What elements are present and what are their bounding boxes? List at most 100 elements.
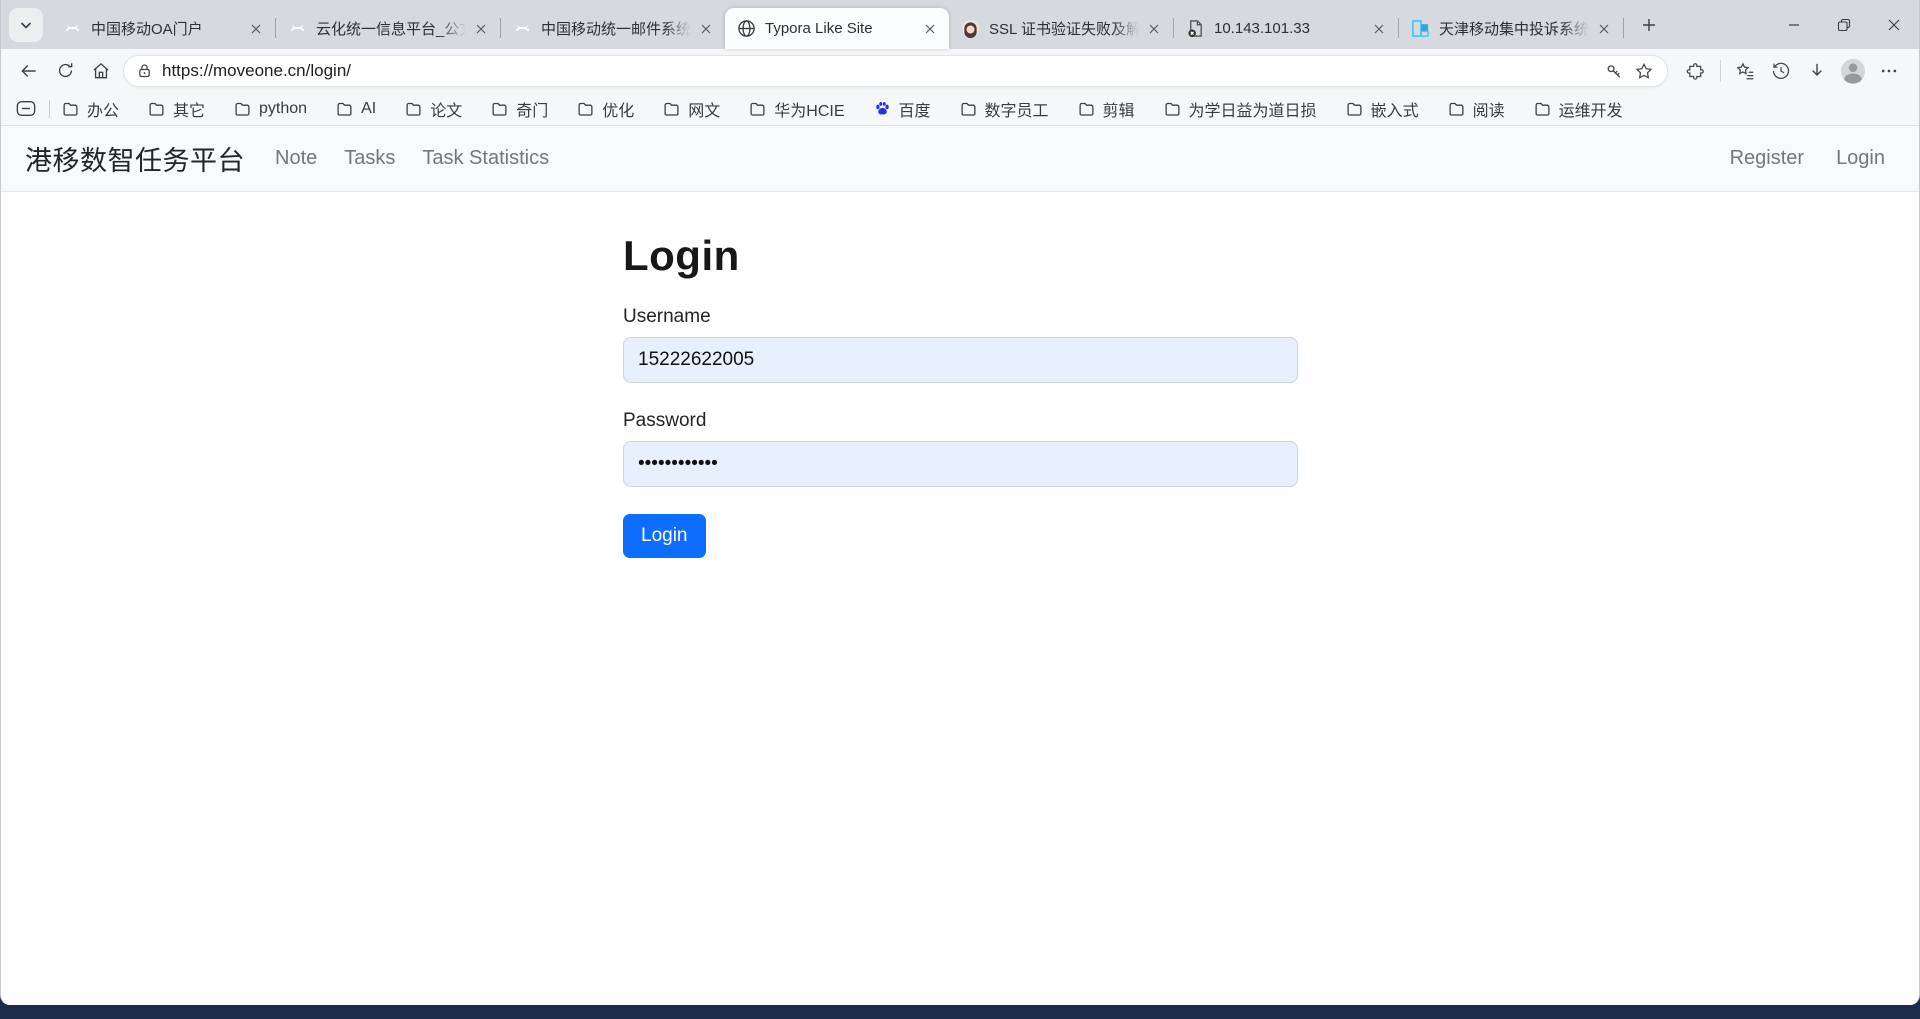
tab-china-mobile-mail[interactable]: 中国移动统一邮件系统	[501, 8, 725, 49]
home-icon	[91, 61, 111, 81]
bookmark-folder-yunwei[interactable]: 运维开发	[1534, 97, 1623, 121]
add-favorite-button[interactable]	[1629, 57, 1659, 85]
settings-menu-button[interactable]	[1871, 54, 1907, 88]
bookmark-folder-jianji[interactable]: 剪辑	[1078, 97, 1135, 121]
page-title: Login	[623, 232, 1919, 280]
folder-icon	[749, 101, 766, 117]
history-button[interactable]	[1763, 54, 1799, 88]
tab-cloud-info-platform[interactable]: 云化统一信息平台_公文	[276, 8, 500, 49]
tab-tianjin-complaint-system[interactable]: 天津移动集中投诉系统	[1399, 8, 1623, 49]
tab-title: 中国移动统一邮件系统	[541, 18, 691, 39]
star-list-icon	[1735, 61, 1755, 81]
tab-close-icon[interactable]	[470, 18, 492, 40]
folder-icon	[1448, 101, 1465, 117]
window-restore-button[interactable]	[1819, 0, 1869, 49]
nav-link-task-statistics[interactable]: Task Statistics	[422, 147, 549, 170]
downloads-button[interactable]	[1799, 54, 1835, 88]
tab-title: SSL 证书验证失败及解决	[989, 18, 1139, 39]
site-brand[interactable]: 港移数智任务平台	[25, 139, 245, 178]
tab-close-icon[interactable]	[919, 18, 941, 40]
tab-close-icon[interactable]	[1368, 18, 1390, 40]
bookmark-folder-qita[interactable]: 其它	[148, 97, 205, 121]
bookmark-folder-ai[interactable]: AI	[336, 100, 376, 118]
folder-icon	[1164, 101, 1181, 117]
bookmark-label: 剪辑	[1103, 97, 1135, 121]
key-icon	[1605, 62, 1623, 80]
bookmark-folder-huawei-hcie[interactable]: 华为HCIE	[749, 97, 844, 121]
login-submit-button[interactable]: Login	[623, 514, 706, 558]
bookmark-label: 奇门	[516, 97, 548, 121]
bookmark-label: python	[259, 100, 307, 118]
tab-title: 10.143.101.33	[1214, 20, 1364, 37]
baidu-paw-icon	[874, 100, 891, 117]
bookmark-folder-wangwen[interactable]: 网文	[663, 97, 720, 121]
tab-close-icon[interactable]	[695, 18, 717, 40]
bookmark-label: 华为HCIE	[774, 97, 844, 121]
address-bar[interactable]: https://moveone.cn/login/	[123, 55, 1668, 87]
bookmark-folder-qimen[interactable]: 奇门	[491, 97, 548, 121]
bookmark-folder-python[interactable]: python	[234, 100, 307, 118]
bookmark-folder-lunwen[interactable]: 论文	[405, 97, 462, 121]
password-label: Password	[623, 410, 1919, 432]
bookmark-folder-shuzi-yuangong[interactable]: 数字员工	[960, 97, 1049, 121]
nav-link-register[interactable]: Register	[1730, 147, 1804, 170]
window-minimize-button[interactable]	[1769, 0, 1819, 49]
close-icon	[1887, 18, 1901, 32]
china-mobile-favicon	[63, 19, 82, 38]
window-controls	[1769, 0, 1919, 49]
folder-icon	[148, 101, 165, 117]
refresh-icon	[56, 61, 75, 80]
folder-icon	[577, 101, 594, 117]
url-text[interactable]: https://moveone.cn/login/	[162, 61, 1599, 81]
username-field[interactable]	[623, 337, 1298, 383]
page-viewport: 港移数智任务平台 Note Tasks Task Statistics Regi…	[1, 126, 1919, 1005]
reading-list-button[interactable]	[11, 96, 41, 122]
nav-link-login[interactable]: Login	[1836, 147, 1885, 170]
extensions-button[interactable]	[1678, 54, 1714, 88]
folder-icon	[62, 101, 79, 117]
saved-passwords-button[interactable]	[1599, 57, 1629, 85]
back-button[interactable]	[11, 54, 47, 88]
folder-icon	[1534, 101, 1551, 117]
tab-actions-menu-button[interactable]	[9, 8, 43, 42]
bookmark-folder-youhua[interactable]: 优化	[577, 97, 634, 121]
tab-china-mobile-oa[interactable]: 中国移动OA门户	[51, 8, 275, 49]
bookmark-baidu[interactable]: 百度	[874, 97, 931, 121]
nav-link-note[interactable]: Note	[275, 147, 317, 170]
tab-close-icon[interactable]	[245, 18, 267, 40]
refresh-button[interactable]	[47, 54, 83, 88]
tabs-container: 中国移动OA门户 云化统一信息平台_公文 中国移动统一邮件系统 Typora L…	[51, 0, 1666, 49]
bookmark-label: 为学日益为道日损	[1189, 97, 1317, 121]
bookmark-folder-qianrushi[interactable]: 嵌入式	[1346, 97, 1419, 121]
window-close-button[interactable]	[1869, 0, 1919, 49]
tab-typora-like-site-active[interactable]: Typora Like Site	[725, 8, 949, 49]
profile-avatar-icon	[1840, 58, 1866, 84]
bookmark-label: 嵌入式	[1371, 97, 1419, 121]
tab-title: 天津移动集中投诉系统	[1439, 18, 1589, 39]
bookmark-label: 其它	[173, 97, 205, 121]
bookmark-folder-weixue[interactable]: 为学日益为道日损	[1164, 97, 1317, 121]
bookmark-folder-bangong[interactable]: 办公	[62, 97, 119, 121]
tab-title: 中国移动OA门户	[91, 18, 241, 39]
login-page-content: Login Username Password Login	[1, 192, 1919, 1005]
profile-button[interactable]	[1835, 54, 1871, 88]
download-arrow-icon	[1807, 61, 1827, 81]
favorites-button[interactable]	[1727, 54, 1763, 88]
tab-ip-address[interactable]: 10.143.101.33	[1174, 8, 1398, 49]
tab-ssl-cert-article[interactable]: SSL 证书验证失败及解决	[949, 8, 1173, 49]
folder-icon	[491, 101, 508, 117]
avatar-girl-favicon	[961, 19, 980, 38]
tab-divider	[1623, 18, 1624, 38]
username-label: Username	[623, 306, 1919, 328]
new-tab-button[interactable]	[1632, 8, 1666, 42]
bookmarks-separator	[49, 100, 50, 118]
china-mobile-favicon	[513, 19, 532, 38]
tab-close-icon[interactable]	[1143, 18, 1165, 40]
home-button[interactable]	[83, 54, 119, 88]
password-field[interactable]	[623, 441, 1298, 487]
nav-auth-links: Register Login	[1730, 147, 1885, 170]
bookmark-label: 优化	[602, 97, 634, 121]
bookmark-folder-yuedu[interactable]: 阅读	[1448, 97, 1505, 121]
tab-close-icon[interactable]	[1593, 18, 1615, 40]
nav-link-tasks[interactable]: Tasks	[344, 147, 395, 170]
